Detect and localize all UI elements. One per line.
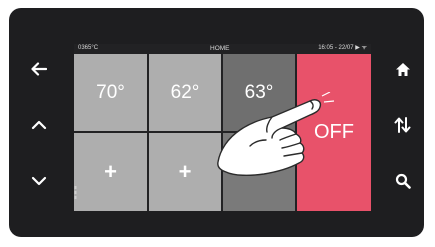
scroll-up-button[interactable] <box>24 112 54 138</box>
add-zone-button-1[interactable]: + <box>74 133 147 211</box>
pointing-hand-icon <box>217 92 335 177</box>
zone-tile-1[interactable]: 70° <box>74 54 147 131</box>
status-clock: 16:05 - 22/07 ▶ ᯤ <box>318 45 367 51</box>
swap-vertical-icon <box>394 117 411 133</box>
search-icon <box>395 173 411 189</box>
scroll-indicator <box>74 186 77 200</box>
status-bar: 0365°C HOME 16:05 - 22/07 ▶ ᯤ <box>74 44 371 53</box>
home-button[interactable] <box>388 56 418 82</box>
swap-button[interactable] <box>388 112 418 138</box>
chevron-down-icon <box>31 176 47 186</box>
back-button[interactable] <box>24 56 54 82</box>
status-temperature: 0365°C <box>78 45 99 51</box>
search-button[interactable] <box>388 168 418 194</box>
scroll-down-button[interactable] <box>24 168 54 194</box>
status-title: HOME <box>210 45 230 52</box>
back-arrow-icon <box>31 62 47 76</box>
home-icon <box>396 62 410 76</box>
chevron-up-icon <box>31 120 47 130</box>
